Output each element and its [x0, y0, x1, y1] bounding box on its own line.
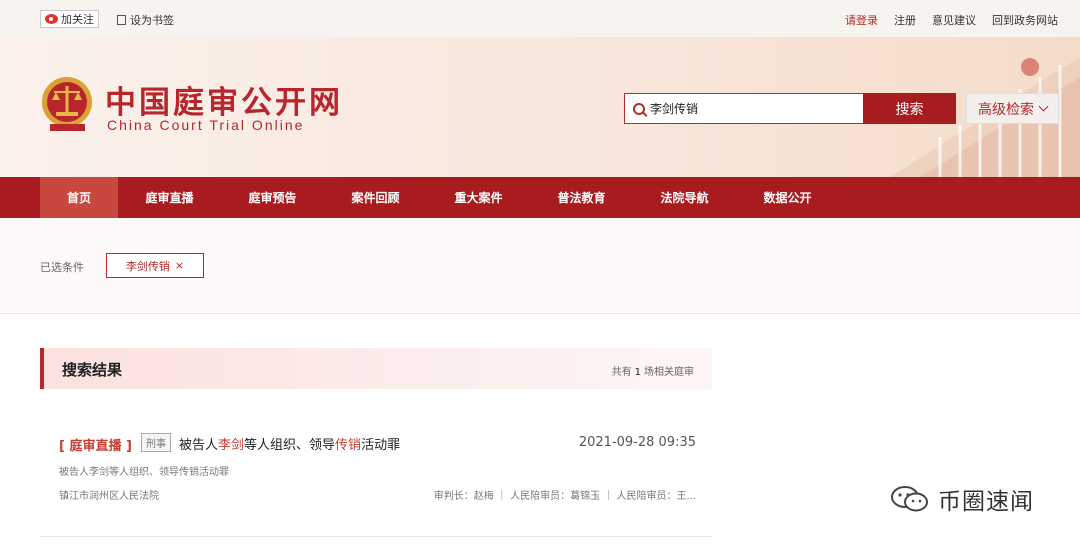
- bookmark-icon: [117, 15, 126, 25]
- close-icon[interactable]: ×: [175, 259, 184, 272]
- court-emblem-icon: [42, 77, 92, 131]
- advanced-search-label: 高级检索: [978, 101, 1034, 118]
- nav-legal-education[interactable]: 普法教育: [530, 177, 633, 218]
- nav-court-directory[interactable]: 法院导航: [633, 177, 736, 218]
- search-icon: [633, 102, 645, 115]
- top-links: 请登录 注册 意见建议 回到政务网站: [845, 12, 1058, 28]
- results-header: 搜索结果 共有 1 场相关庭审: [40, 348, 712, 389]
- result-court: 镇江市润州区人民法院: [59, 491, 159, 502]
- results-count: 共有 1 场相关庭审: [611, 367, 694, 378]
- filter-chip-label: 李剑传销: [125, 259, 170, 273]
- nav-live[interactable]: 庭审直播: [118, 177, 221, 218]
- search-button[interactable]: 搜索: [863, 93, 956, 124]
- wechat-icon: [891, 486, 928, 512]
- filter-bar: 已选条件 李剑传销 ×: [0, 218, 1080, 314]
- result-category-tag[interactable]: [ 庭审直播 ]: [59, 435, 132, 454]
- nav-preview[interactable]: 庭审预告: [221, 177, 324, 218]
- bookmark-link[interactable]: 设为书签: [117, 12, 174, 28]
- filter-label: 已选条件: [40, 261, 84, 274]
- follow-button[interactable]: 加关注: [40, 10, 99, 28]
- result-item[interactable]: [ 庭审直播 ] 刑事 被告人李剑等人组织、领导传销活动罪 2021-09-28…: [40, 422, 712, 537]
- results-count-number: 1: [634, 367, 641, 378]
- result-time: 2021-09-28 09:35: [578, 435, 696, 450]
- weibo-icon: [45, 14, 58, 24]
- watermark-text: 币圈速闻: [938, 489, 1034, 515]
- filter-chip[interactable]: 李剑传销 ×: [106, 253, 204, 278]
- follow-label: 加关注: [61, 13, 94, 26]
- result-description: 被告人李剑等人组织、领导传销活动罪: [59, 467, 229, 478]
- gov-site-link[interactable]: 回到政务网站: [992, 12, 1058, 28]
- result-title[interactable]: 被告人李剑等人组织、领导传销活动罪: [179, 434, 400, 453]
- site-subtitle: China Court Trial Online: [107, 117, 305, 133]
- feedback-link[interactable]: 意见建议: [932, 12, 976, 28]
- register-link[interactable]: 注册: [894, 12, 916, 28]
- nav-review[interactable]: 案件回顾: [324, 177, 427, 218]
- case-type-badge: 刑事: [141, 433, 171, 452]
- result-judges: 审判长：赵梅 ｜ 人民陪审员：葛锦玉 ｜ 人民陪审员：王...: [433, 491, 696, 502]
- nav-home[interactable]: 首页: [40, 177, 118, 218]
- advanced-search-button[interactable]: 高级检索: [966, 93, 1059, 124]
- watermark: 币圈速闻: [890, 482, 1034, 516]
- top-bar: 加关注 设为书签 请登录 注册 意见建议 回到政务网站: [0, 0, 1080, 37]
- results-title: 搜索结果: [62, 361, 123, 379]
- site-title: 中国庭审公开网: [105, 85, 343, 121]
- nav-open-data[interactable]: 数据公开: [736, 177, 839, 218]
- main-nav: 首页 庭审直播 庭审预告 案件回顾 重大案件 普法教育 法院导航 数据公开: [0, 177, 1080, 218]
- login-link[interactable]: 请登录: [845, 12, 878, 28]
- chevron-down-icon: [1038, 101, 1049, 112]
- search-input[interactable]: [650, 101, 850, 116]
- site-header: 中国庭审公开网 China Court Trial Online 搜索 高级检索: [0, 37, 1080, 177]
- bookmark-label: 设为书签: [130, 14, 174, 27]
- search-box: [624, 93, 864, 124]
- nav-major-cases[interactable]: 重大案件: [427, 177, 530, 218]
